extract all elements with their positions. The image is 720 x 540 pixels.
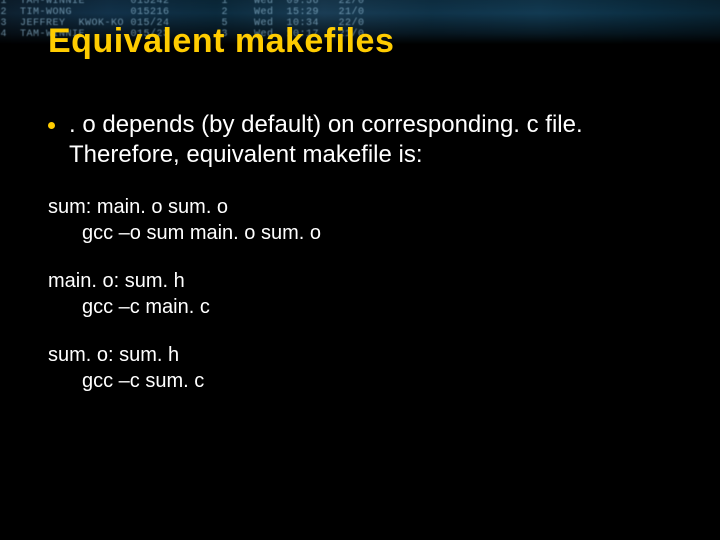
- code-line: sum: main. o sum. o: [48, 194, 676, 220]
- bullet-item: . o depends (by default) on correspondin…: [48, 110, 676, 170]
- code-block-1: sum: main. o sum. o gcc –o sum main. o s…: [48, 194, 676, 246]
- code-line: sum. o: sum. h: [48, 342, 676, 368]
- code-line: gcc –c sum. c: [48, 368, 676, 394]
- slide: 91 TAM-WINNIE 015242 1 Wed 09:56 22/0 92…: [0, 0, 720, 540]
- code-line: main. o: sum. h: [48, 268, 676, 294]
- slide-body: . o depends (by default) on correspondin…: [48, 110, 676, 416]
- code-line: gcc –c main. c: [48, 294, 676, 320]
- code-block-2: main. o: sum. h gcc –c main. c: [48, 268, 676, 320]
- code-line: gcc –o sum main. o sum. o: [48, 220, 676, 246]
- code-block-3: sum. o: sum. h gcc –c sum. c: [48, 342, 676, 394]
- bullet-dot-icon: [48, 122, 55, 129]
- slide-title: Equivalent makefiles: [48, 22, 394, 61]
- bullet-text: . o depends (by default) on correspondin…: [69, 110, 676, 170]
